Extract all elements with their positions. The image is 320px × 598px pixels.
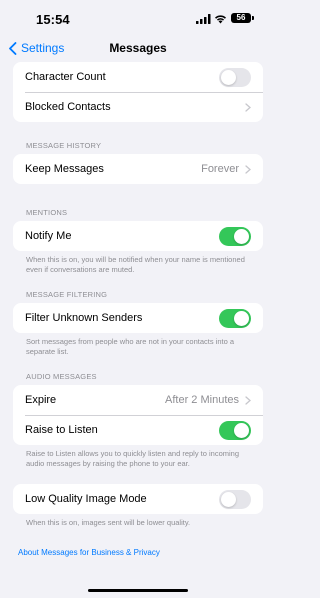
- chevron-right-icon: [245, 395, 251, 405]
- about-messages-link[interactable]: About Messages for Business & Privacy: [18, 548, 160, 557]
- mentions-group: Notify Me: [13, 221, 263, 251]
- blocked-contacts-label: Blocked Contacts: [25, 101, 111, 113]
- character-count-row: Character Count: [13, 62, 263, 92]
- expire-row[interactable]: Expire After 2 Minutes: [13, 385, 263, 415]
- toggle-knob: [221, 491, 236, 507]
- toggle-knob: [221, 69, 236, 85]
- low-quality-label: Low Quality Image Mode: [25, 493, 147, 505]
- blocked-contacts-row[interactable]: Blocked Contacts: [13, 92, 263, 122]
- keep-messages-label: Keep Messages: [25, 163, 104, 175]
- wifi-icon: [215, 15, 226, 24]
- top-settings-group: Character Count Blocked Contacts: [13, 62, 263, 122]
- audio-messages-footer: Raise to Listen allows you to quickly li…: [26, 449, 240, 468]
- notify-me-label: Notify Me: [25, 230, 72, 242]
- raise-to-listen-row: Raise to Listen: [13, 415, 263, 445]
- toggle-knob: [234, 228, 249, 244]
- mentions-header: MENTIONS: [26, 208, 68, 217]
- filter-unknown-senders-toggle[interactable]: [219, 308, 251, 328]
- raise-to-listen-toggle[interactable]: [219, 420, 251, 440]
- message-history-group: Keep Messages Forever: [13, 154, 263, 184]
- battery-cap: [252, 16, 254, 20]
- toggle-knob: [234, 310, 249, 326]
- expire-value: After 2 Minutes: [165, 394, 239, 406]
- navigation-bar: Settings Messages: [0, 36, 276, 60]
- audio-messages-header: AUDIO MESSAGES: [26, 372, 97, 381]
- cellular-signal-icon: [196, 14, 211, 24]
- chevron-right-icon: [245, 164, 251, 174]
- audio-messages-group: Expire After 2 Minutes Raise to Listen: [13, 385, 263, 445]
- notify-me-row: Notify Me: [13, 221, 263, 251]
- low-quality-toggle[interactable]: [219, 489, 251, 509]
- message-filtering-group: Filter Unknown Senders: [13, 303, 263, 333]
- status-bar: 15:54 56: [0, 0, 276, 36]
- message-filtering-header: MESSAGE FILTERING: [26, 290, 108, 299]
- filter-unknown-senders-row: Filter Unknown Senders: [13, 303, 263, 333]
- filter-unknown-senders-label: Filter Unknown Senders: [25, 312, 143, 324]
- raise-to-listen-label: Raise to Listen: [25, 424, 98, 436]
- message-history-header: MESSAGE HISTORY: [26, 141, 102, 150]
- low-quality-group: Low Quality Image Mode: [13, 484, 263, 514]
- low-quality-footer: When this is on, images sent will be low…: [26, 518, 191, 527]
- character-count-toggle[interactable]: [219, 67, 251, 87]
- message-filtering-footer: Sort messages from people who are not in…: [26, 337, 235, 356]
- low-quality-row: Low Quality Image Mode: [13, 484, 263, 514]
- mentions-footer: When this is on, you will be notified wh…: [26, 255, 245, 274]
- keep-messages-row[interactable]: Keep Messages Forever: [13, 154, 263, 184]
- notify-me-toggle[interactable]: [219, 226, 251, 246]
- expire-label: Expire: [25, 394, 57, 406]
- keep-messages-value: Forever: [201, 163, 239, 175]
- chevron-right-icon: [245, 102, 251, 112]
- toggle-knob: [234, 422, 249, 438]
- home-indicator[interactable]: [88, 589, 188, 592]
- character-count-label: Character Count: [25, 71, 106, 83]
- status-time: 15:54: [36, 12, 70, 27]
- page-title: Messages: [109, 41, 167, 55]
- battery-icon: 56: [231, 13, 251, 23]
